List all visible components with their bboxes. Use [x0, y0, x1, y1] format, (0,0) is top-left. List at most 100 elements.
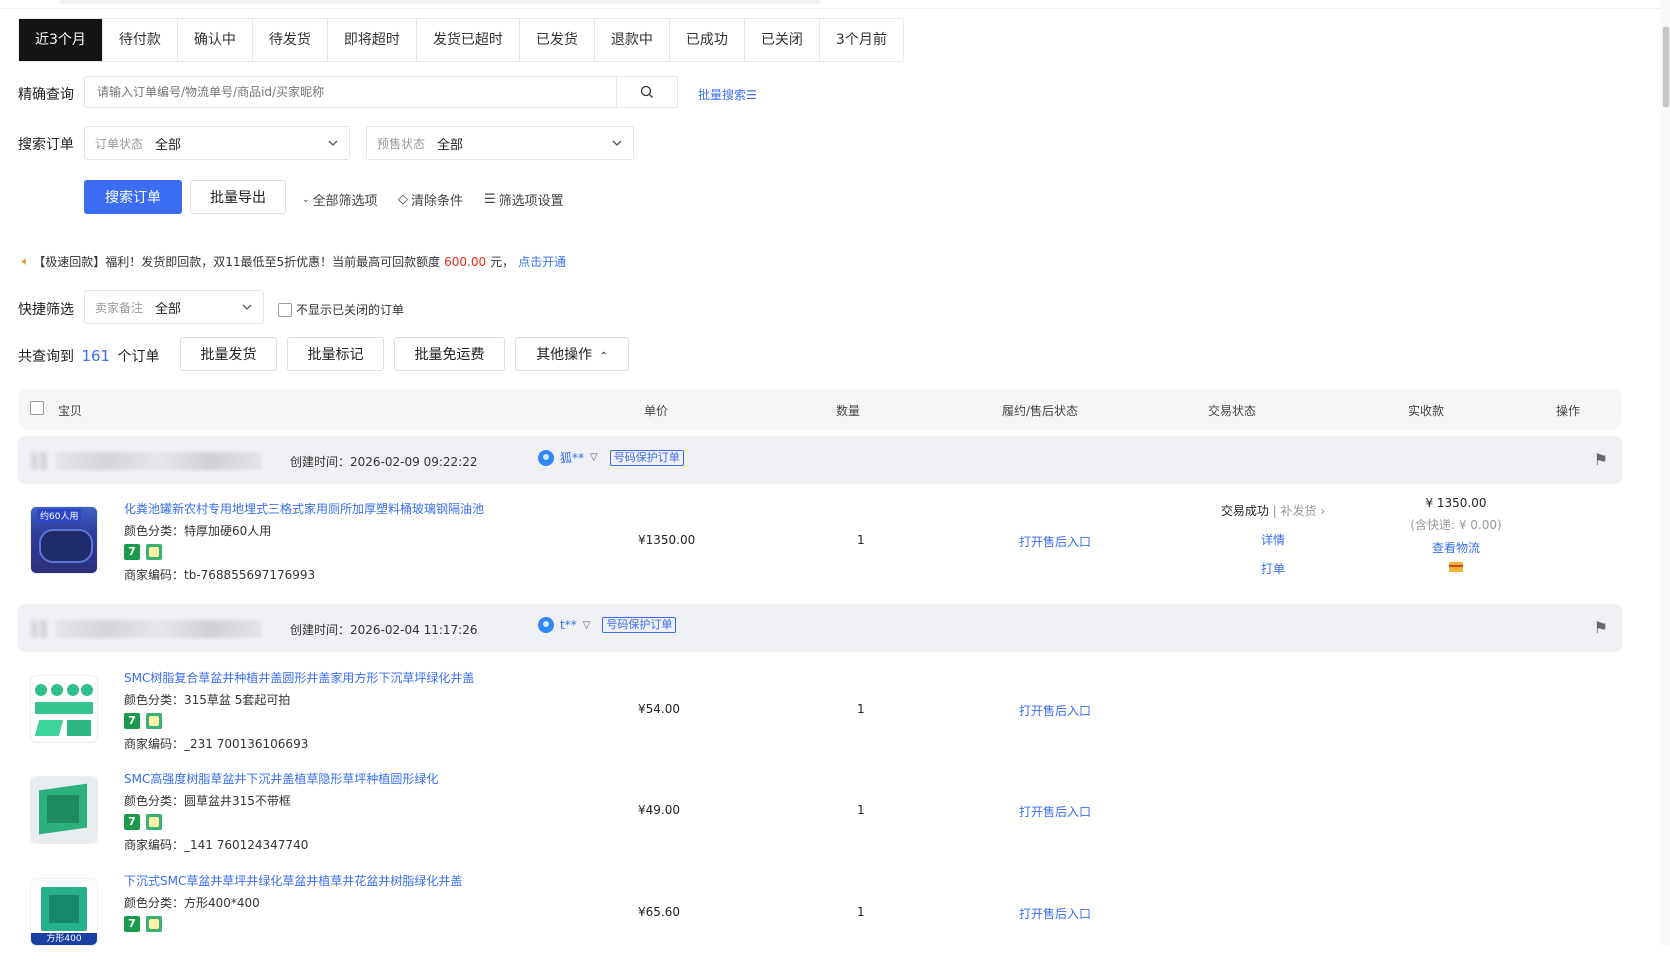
- after-sales-link[interactable]: 打开售后入口: [1019, 905, 1091, 922]
- header-trade-status: 交易状态: [1208, 404, 1257, 418]
- tab-older[interactable]: 3个月前: [819, 19, 903, 61]
- unit-price: ¥54.00: [638, 702, 680, 716]
- order-checkbox-blurred: [30, 620, 48, 638]
- order-status-select[interactable]: 订单状态 全部: [84, 126, 350, 160]
- unit-price: ¥1350.00: [638, 533, 696, 547]
- after-sales-link[interactable]: 打开售后入口: [1019, 702, 1091, 719]
- product-title[interactable]: 下沉式SMC草盆井草坪井绿化草盆井植草井花盆井树脂绿化井盖: [124, 872, 462, 889]
- seven-day-return-icon: 7: [124, 916, 140, 932]
- other-actions-button[interactable]: 其他操作 ⌃: [515, 337, 629, 371]
- product-image[interactable]: 方形400: [30, 878, 98, 946]
- lid-shape: [35, 684, 47, 696]
- flag-icon[interactable]: ⚑: [1594, 450, 1608, 469]
- tab-confirming[interactable]: 确认中: [177, 19, 253, 61]
- tab-to-ship[interactable]: 待发货: [252, 19, 328, 61]
- trade-status-text: 交易成功: [1220, 504, 1269, 518]
- header-price: 单价: [644, 404, 669, 418]
- created-value: 2026-02-09 09:22:22: [350, 455, 478, 469]
- image-caption: 方形400: [31, 933, 97, 945]
- chevron-down-icon: [242, 304, 252, 310]
- created-time: 创建时间：2026-02-04 11:17:26: [290, 621, 477, 638]
- after-sales-link[interactable]: 打开售后入口: [1019, 533, 1091, 550]
- seller-remark-value: 全部: [155, 301, 182, 317]
- hide-closed-option[interactable]: 不显示已关闭的订单: [278, 301, 404, 318]
- presale-status-value: 全部: [437, 137, 464, 153]
- scrollbar[interactable]: [1660, 0, 1670, 946]
- scrollbar-thumb[interactable]: [1662, 26, 1670, 108]
- tab-refunding[interactable]: 退款中: [594, 19, 670, 61]
- select-all-checkbox[interactable]: [30, 401, 44, 415]
- product-sku: 颜色分类：315草盆 5套起可拍: [124, 693, 291, 707]
- service-badges: 7: [124, 544, 162, 560]
- order-header: 创建时间：2026-02-09 09:22:22 狐** ▽ 号码保护订单 ⚑: [18, 436, 1622, 484]
- bulk-search-link[interactable]: 批量搜索☰: [698, 86, 757, 103]
- tab-about-to-timeout[interactable]: 即将超时: [327, 19, 417, 61]
- buyer-info[interactable]: 狐** ▽ 号码保护订单: [538, 449, 684, 466]
- lid-shape: [67, 720, 91, 736]
- all-filters-toggle[interactable]: ⌄ 全部筛选项: [302, 190, 378, 209]
- tab-pending-payment[interactable]: 待付款: [102, 19, 178, 61]
- bulk-mark-button[interactable]: 批量标记: [287, 337, 384, 371]
- after-sales-link[interactable]: 打开售后入口: [1019, 803, 1091, 820]
- wangwang-chat-icon[interactable]: [538, 449, 554, 466]
- product-sku: 颜色分类：特厚加硬60人用: [124, 524, 272, 538]
- clear-conditions-button[interactable]: ◇ 清除条件: [398, 190, 463, 209]
- top-strip: [60, 0, 820, 4]
- seller-remark-select[interactable]: 卖家备注 全部: [84, 290, 264, 324]
- chevron-down-icon: [328, 140, 338, 146]
- buyer-info[interactable]: t** ▽ 号码保护订单: [538, 617, 677, 633]
- lid-shape: [81, 684, 93, 696]
- search-box: [84, 76, 678, 108]
- notice-unit: 元，: [490, 255, 515, 269]
- search-order-button[interactable]: 搜索订单: [84, 180, 182, 214]
- product-image[interactable]: [30, 675, 98, 743]
- promo-notice: 🔈︎ 【极速回款】福利！发货即回款，双11最低至5折优惠！当前最高可回款额度 60…: [22, 253, 566, 270]
- search-input[interactable]: [85, 78, 616, 106]
- bulk-export-button[interactable]: 批量导出: [190, 180, 286, 214]
- product-title[interactable]: 化粪池罐新农村专用地埋式三格式家用厕所加厚塑料桶玻璃钢隔油池: [124, 500, 484, 517]
- notice-open-link[interactable]: 点击开通: [518, 253, 566, 270]
- shipping-fee: (含快递: ¥ 0.00): [1410, 518, 1502, 532]
- bulk-free-shipping-button[interactable]: 批量免运费: [394, 337, 505, 371]
- detail-link[interactable]: 详情: [1208, 531, 1338, 548]
- print-link[interactable]: 打单: [1208, 560, 1338, 577]
- paid-amount-col: ¥ 1350.00 (含快递: ¥ 0.00) 查看物流: [1386, 496, 1526, 572]
- reship-link[interactable]: | 补发货 ›: [1269, 504, 1326, 518]
- bulk-ship-button[interactable]: 批量发货: [180, 337, 277, 371]
- product-image[interactable]: [30, 776, 98, 844]
- hide-closed-label: 不显示已关闭的订单: [296, 303, 405, 317]
- number-protection-tag: 号码保护订单: [602, 617, 677, 633]
- tab-success[interactable]: 已成功: [669, 19, 745, 61]
- product-title[interactable]: SMC高强度树脂草盆井下沉井盖植草隐形草坪种植圆形绿化: [124, 770, 438, 787]
- product-title[interactable]: SMC树脂复合草盆井种植井盖圆形井盖家用方形下沉草坪绿化井盖: [124, 669, 474, 686]
- tab-shipped[interactable]: 已发货: [519, 19, 595, 61]
- header-after-sales: 履约/售后状态: [1002, 404, 1079, 418]
- buyer-nick[interactable]: t**: [560, 618, 577, 632]
- lid-shape: [34, 720, 64, 736]
- buyer-nick[interactable]: 狐**: [560, 449, 584, 466]
- order-status-value: 全部: [155, 137, 182, 153]
- notice-amount: 600.00: [444, 254, 487, 269]
- box-shape: [47, 795, 79, 823]
- tab-closed[interactable]: 已关闭: [744, 19, 820, 61]
- notice-text: 【极速回款】福利！发货即回款，双11最低至5折优惠！当前最高可回款额度: [33, 255, 441, 269]
- product-image[interactable]: 约60人用: [30, 506, 98, 574]
- filter-icon[interactable]: ▽: [583, 620, 591, 631]
- presale-status-select[interactable]: 预售状态 全部: [366, 126, 634, 160]
- header-item: 宝贝: [58, 404, 83, 418]
- wangwang-chat-icon[interactable]: [538, 617, 554, 633]
- reship-label: 补发货: [1280, 504, 1317, 518]
- tab-ship-overdue[interactable]: 发货已超时: [416, 19, 520, 61]
- status-tabs: 近3个月 待付款 确认中 待发货 即将超时 发货已超时 已发货 退款中 已成功 …: [18, 18, 904, 62]
- view-logistics-link[interactable]: 查看物流: [1386, 539, 1526, 556]
- seven-day-return-icon: 7: [124, 544, 140, 560]
- header-operations: 操作: [1556, 404, 1581, 418]
- order-checkbox-blurred: [30, 452, 48, 470]
- flag-icon[interactable]: ⚑: [1594, 618, 1608, 637]
- hide-closed-checkbox[interactable]: [278, 302, 292, 317]
- order-item: 方形400 下沉式SMC草盆井草坪井绿化草盆井植草井花盆井树脂绿化井盖 颜色分类…: [18, 872, 1622, 968]
- search-button[interactable]: [616, 77, 677, 107]
- tab-recent-3-months[interactable]: 近3个月: [19, 19, 103, 61]
- filter-settings-button[interactable]: ☰ 筛选项设置: [484, 190, 564, 209]
- filter-icon[interactable]: ▽: [590, 452, 598, 463]
